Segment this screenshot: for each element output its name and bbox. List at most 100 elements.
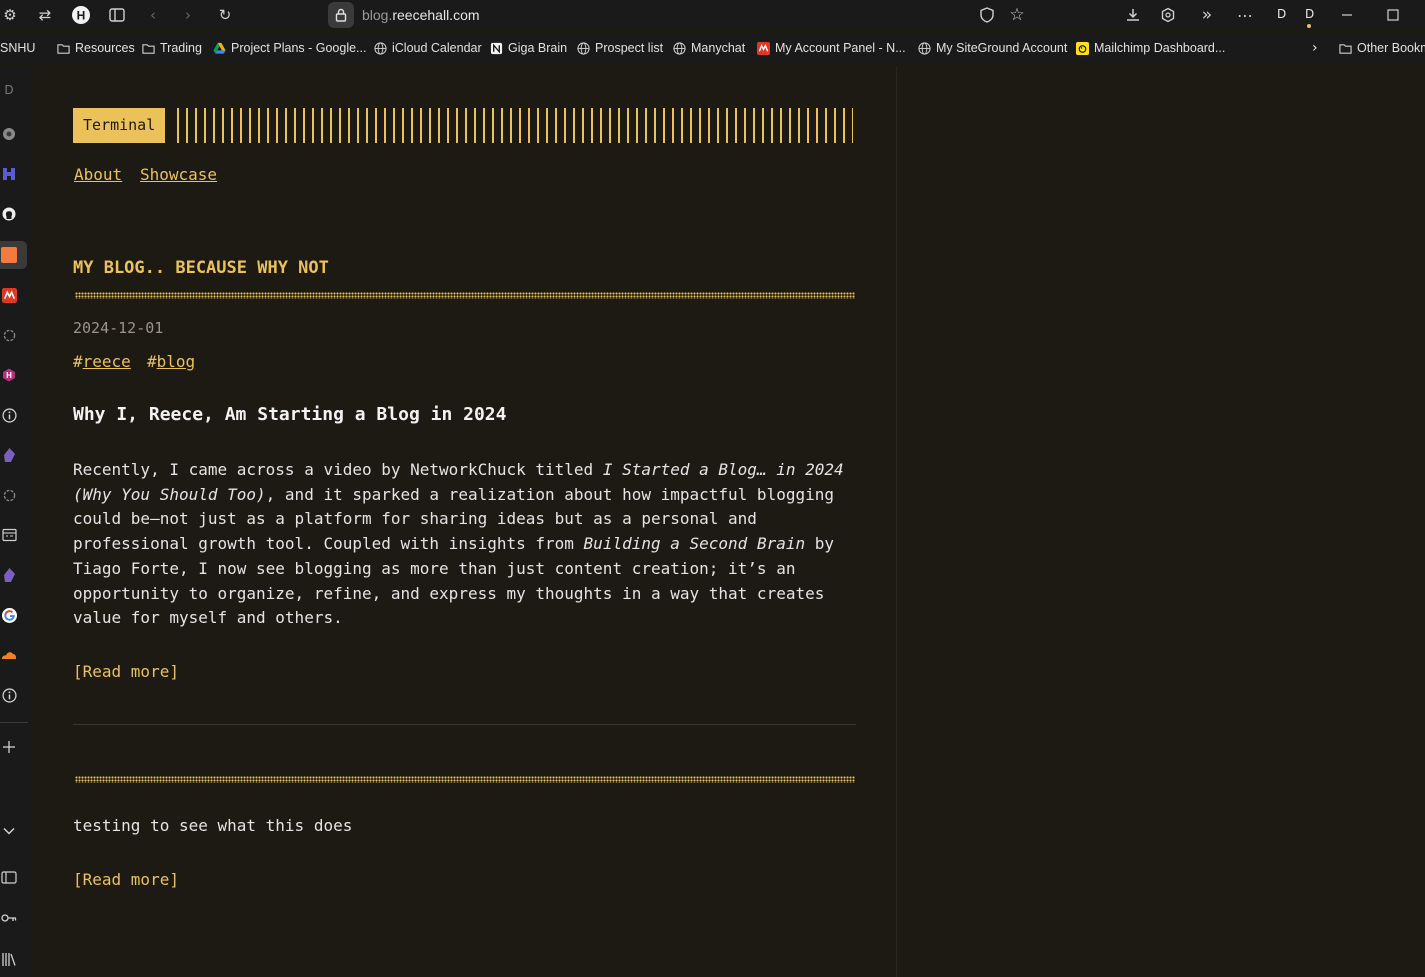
maximize-icon[interactable] [1382, 4, 1404, 26]
back-icon[interactable]: ‹ [142, 4, 164, 26]
menu-dots-icon[interactable]: ⋯ [1234, 4, 1256, 26]
post-divider [73, 724, 856, 725]
browser-sidebar: D H [0, 66, 32, 977]
tag-blog[interactable]: #blog [147, 352, 195, 371]
address-bar[interactable]: blog.reecehall.com [362, 7, 480, 23]
bookmark-label: Mailchimp Dashboard... [1094, 41, 1226, 55]
svg-text:H: H [77, 9, 86, 23]
purple-crystal-icon-secondary[interactable] [1, 567, 17, 583]
hex-h-icon[interactable]: H [1, 367, 17, 383]
h-logo-icon[interactable]: H [70, 4, 92, 26]
bookmark-label: My Account Panel - N... [775, 41, 906, 55]
folder-icon [1339, 43, 1352, 54]
notification-dot [1307, 24, 1311, 28]
extensions-icon[interactable] [1157, 4, 1179, 26]
key-icon[interactable] [1, 910, 17, 926]
url-host: reecehall.com [392, 7, 480, 23]
read-more-link[interactable]: [Read more] [73, 662, 179, 681]
calendar-icon[interactable] [1, 527, 17, 543]
h-brand-icon[interactable] [1, 166, 17, 182]
openai-icon-secondary[interactable] [1, 487, 17, 503]
bookmark-label: Manychat [691, 41, 746, 55]
bookmark-label: iCloud Calendar [392, 41, 482, 55]
profile-avatar-secondary[interactable]: D [1305, 7, 1314, 21]
bookmark-label: Giga Brain [508, 41, 568, 55]
info-icon-secondary[interactable] [1, 687, 17, 703]
post-title[interactable]: MY BLOG.. BECAUSE WHY NOT [73, 258, 329, 278]
bookmark-resources[interactable]: Resources [57, 40, 135, 56]
book-title: Building a Second Brain [583, 534, 806, 554]
namecheap-icon[interactable] [1, 287, 17, 303]
sidebar-separator [0, 722, 28, 723]
bookmark-label: Project Plans - Google... [231, 41, 367, 55]
bookmark-snhu[interactable]: SNHU [0, 40, 35, 56]
sidebar-panel-icon[interactable] [1, 869, 17, 885]
info-icon[interactable] [1, 407, 17, 423]
bookmark-manychat[interactable]: Manychat [673, 40, 745, 56]
chevron-down-icon[interactable] [1, 823, 17, 839]
add-panel-plus-icon[interactable] [1, 739, 17, 755]
post-heading: Why I, Reece, Am Starting a Blog in 2024 [73, 404, 507, 425]
globe-icon [918, 41, 931, 55]
globe-icon [577, 41, 590, 55]
swap-arrows-icon[interactable]: ⇄ [34, 4, 56, 26]
minimize-icon[interactable] [1336, 4, 1358, 26]
bookmark-label: SNHU [0, 41, 36, 55]
bookmark-my-account-panel[interactable]: My Account Panel - N... [757, 40, 906, 56]
bookmark-label: Prospect list [595, 41, 664, 55]
google-icon[interactable] [1, 607, 17, 623]
orange-square-icon[interactable] [1, 247, 17, 263]
nav-showcase-link[interactable]: Showcase [140, 165, 217, 184]
svg-text:H: H [6, 371, 12, 380]
bookmark-other-bookmarks[interactable]: Other Bookm [1339, 40, 1425, 56]
tag-label: blog [156, 352, 196, 371]
excerpt-text: Recently, I came across a video by Netwo… [73, 460, 603, 479]
sidebar-toggle-icon[interactable] [106, 4, 128, 26]
bookmarks-bar: SNHU Resources Trading Project Plans - G… [0, 33, 1425, 63]
bookmark-giga-brain[interactable]: Giga Brain [490, 40, 567, 56]
tag-reece[interactable]: #reece [73, 352, 131, 371]
globe-icon [374, 41, 387, 55]
lock-icon [335, 8, 347, 22]
google-drive-icon [213, 42, 226, 54]
github-icon[interactable] [1, 206, 17, 222]
browser-toolbar: ⚙ ⇄ H ‹ › ↻ blog.reecehall.com ☆ » ⋯ D D [0, 0, 1425, 30]
bookmark-star-icon[interactable]: ☆ [1006, 4, 1028, 26]
bookmark-label: Trading [160, 41, 202, 55]
globe-icon [673, 41, 686, 55]
reload-icon[interactable]: ↻ [214, 4, 236, 26]
site-info-button[interactable] [328, 2, 354, 28]
profile-avatar[interactable]: D [1277, 7, 1286, 21]
title-dotted-rule [75, 776, 855, 783]
bookmark-project-plans[interactable]: Project Plans - Google... [213, 40, 366, 56]
chrome-circle-icon[interactable] [1, 126, 17, 142]
tag-label: reece [82, 352, 131, 371]
bookmark-label: Other Bookm [1357, 41, 1425, 55]
settings-gear-icon[interactable]: ⚙ [0, 4, 21, 26]
forward-icon[interactable]: › [177, 4, 199, 26]
url-prefix: blog. [362, 7, 393, 23]
purple-crystal-icon[interactable] [1, 447, 17, 463]
workspace-d-icon[interactable]: D [1, 82, 17, 98]
post-excerpt: Recently, I came across a video by Netwo… [73, 458, 863, 631]
more-tools-chevron-icon[interactable]: » [1196, 4, 1218, 26]
bookmark-prospect-list[interactable]: Prospect list [577, 40, 663, 56]
bookmark-icloud-calendar[interactable]: iCloud Calendar [374, 40, 482, 56]
bookmark-trading[interactable]: Trading [142, 40, 202, 56]
read-more-link[interactable]: [Read more] [73, 870, 179, 889]
download-icon[interactable] [1122, 4, 1144, 26]
bookmarks-overflow-chevron-icon[interactable]: › [1312, 40, 1318, 56]
folder-icon [142, 43, 155, 54]
bookmark-siteground[interactable]: My SiteGround Account [918, 40, 1067, 56]
nav-about-link[interactable]: About [74, 165, 122, 184]
cloudflare-icon[interactable] [1, 647, 17, 663]
namecheap-icon [757, 41, 770, 55]
title-dotted-rule [75, 292, 855, 299]
post-excerpt: testing to see what this does [73, 816, 353, 835]
logo-stripes [177, 108, 853, 143]
shield-icon[interactable] [976, 4, 998, 26]
library-icon[interactable] [1, 951, 17, 967]
site-logo[interactable]: Terminal [73, 108, 166, 143]
openai-icon[interactable] [1, 327, 17, 343]
bookmark-mailchimp[interactable]: Mailchimp Dashboard... [1076, 40, 1225, 56]
